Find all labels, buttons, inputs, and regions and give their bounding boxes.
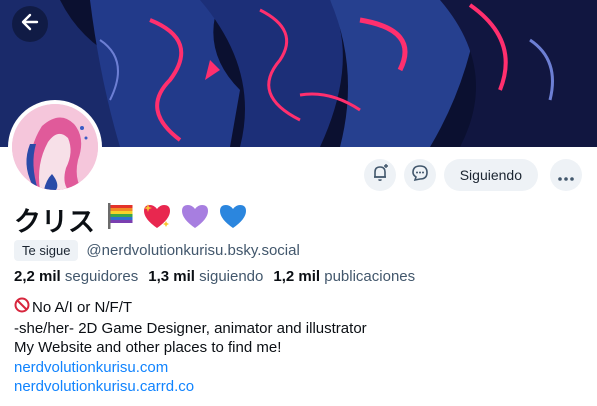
handle-row: Te sigue @nerdvolutionkurisu.bsky.social xyxy=(14,240,300,261)
profile-handle: @nerdvolutionkurisu.bsky.social xyxy=(86,242,300,259)
subscribe-notifications-button[interactable] xyxy=(363,159,396,191)
bio-link-website[interactable]: nerdvolutionkurisu.com xyxy=(14,358,168,378)
posts-stat: 1,2 mil publicaciones xyxy=(273,268,415,285)
following-button[interactable]: Siguiendo xyxy=(443,159,538,191)
message-button[interactable] xyxy=(403,159,436,191)
bio-line: No A/I or N/F/T xyxy=(14,297,367,319)
arrow-left-icon xyxy=(20,12,40,36)
bio-text-line-3: My Website and other places to find me! xyxy=(14,339,282,357)
display-name-row: クリス xyxy=(14,200,249,238)
no-entry-icon xyxy=(14,297,30,319)
bio-link-carrd[interactable]: nerdvolutionkurisu.carrd.co xyxy=(14,377,194,397)
following-stat[interactable]: 1,3 mil siguiendo xyxy=(148,268,263,285)
bio-text-line-1: No A/I or N/F/T xyxy=(32,299,133,316)
follows-you-badge: Te sigue xyxy=(14,240,79,261)
profile-stats: 2,2 mil seguidores 1,3 mil siguiendo 1,2… xyxy=(14,268,415,285)
profile-bio: No A/I or N/F/T -she/her- 2D Game Design… xyxy=(14,297,367,397)
following-label: siguiendo xyxy=(199,268,264,285)
bell-plus-icon xyxy=(371,164,389,186)
bio-text-line-2: -she/her- 2D Game Designer, animator and… xyxy=(14,319,367,337)
posts-count: 1,2 mil xyxy=(273,268,321,285)
chat-bubble-icon xyxy=(411,164,429,186)
display-name: クリス xyxy=(14,206,95,238)
rainbow-flag-icon xyxy=(105,201,135,238)
followers-label: seguidores xyxy=(64,268,139,285)
followers-stat[interactable]: 2,2 mil seguidores xyxy=(14,268,138,285)
blue-heart-icon xyxy=(217,201,249,238)
sparkling-heart-icon xyxy=(141,201,173,238)
followers-count: 2,2 mil xyxy=(14,268,61,285)
following-count: 1,3 mil xyxy=(148,268,195,285)
posts-label: publicaciones xyxy=(324,268,416,285)
profile-actions: Siguiendo xyxy=(363,159,582,191)
more-options-button[interactable] xyxy=(550,159,582,191)
avatar[interactable] xyxy=(8,100,102,194)
back-button[interactable] xyxy=(12,6,48,42)
display-name-emojis xyxy=(105,201,249,238)
purple-heart-icon xyxy=(179,201,211,238)
ellipsis-icon xyxy=(558,166,574,185)
